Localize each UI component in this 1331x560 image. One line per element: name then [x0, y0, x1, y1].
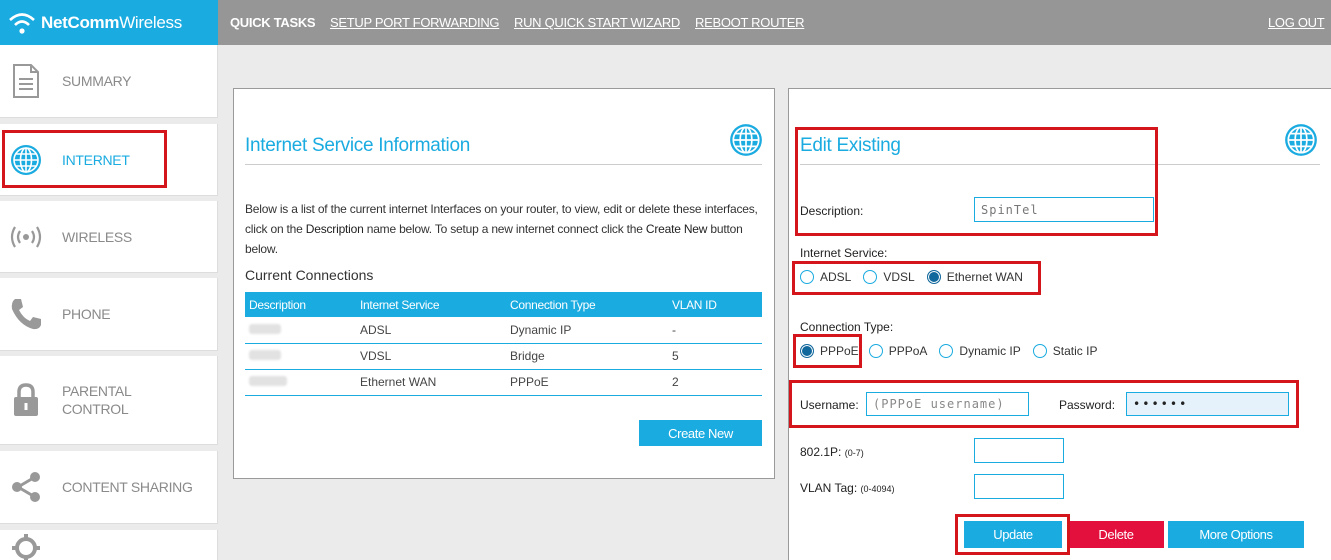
- table-cell: 2: [672, 369, 762, 396]
- connection-type-radio-group: PPPoE PPPoA Dynamic IP Static IP: [800, 344, 1109, 358]
- radio-button[interactable]: [868, 344, 883, 358]
- document-icon: [8, 63, 44, 99]
- radio-button-selected[interactable]: [926, 270, 941, 284]
- username-label: Username:: [800, 398, 859, 412]
- sidebar-item-summary[interactable]: SUMMARY: [0, 45, 218, 118]
- edit-existing-panel: Edit Existing Description: SpinTel Inter…: [788, 88, 1331, 560]
- column-header: VLAN ID: [672, 292, 762, 317]
- brand-name: NetCommWireless: [41, 12, 182, 32]
- radio-button[interactable]: [800, 270, 814, 284]
- internet-service-info-panel: Internet Service Information Below is a …: [233, 88, 775, 479]
- create-new-button[interactable]: Create New: [639, 420, 762, 446]
- internet-service-label: Internet Service:: [800, 246, 888, 260]
- share-icon: [8, 469, 44, 505]
- sidebar-item-parental-control[interactable]: PARENTAL CONTROL: [0, 356, 218, 445]
- radio-adsl[interactable]: ADSL: [800, 270, 851, 284]
- table-cell: ADSL: [360, 317, 510, 344]
- radio-ethernet-wan[interactable]: Ethernet WAN: [926, 270, 1023, 284]
- radio-button-selected[interactable]: [800, 344, 814, 358]
- wifi-logo-icon: [9, 12, 35, 34]
- radio-pppoa[interactable]: PPPoA: [868, 344, 927, 358]
- divider: [800, 164, 1320, 165]
- brand-logo[interactable]: NetCommWireless: [0, 0, 218, 45]
- sidebar-item-label: PARENTAL CONTROL: [62, 383, 132, 417]
- info-description: Below is a list of the current internet …: [245, 202, 758, 256]
- sidebar-item-wireless[interactable]: WIRELESS: [0, 201, 218, 273]
- sidebar-item-internet[interactable]: INTERNET: [0, 124, 218, 196]
- description-cell-redacted[interactable]: [245, 317, 360, 344]
- table-cell: Bridge: [510, 343, 672, 370]
- sidebar-item-phone[interactable]: PHONE: [0, 278, 218, 351]
- delete-button[interactable]: Delete: [1068, 521, 1164, 548]
- table-cell: -: [672, 317, 762, 344]
- sidebar-item-label: WIRELESS: [62, 228, 132, 245]
- sidebar-item-settings[interactable]: [0, 530, 218, 560]
- panel-title: Internet Service Information: [245, 135, 470, 156]
- run-quick-start-wizard-link[interactable]: RUN QUICK START WIZARD: [514, 15, 680, 30]
- sidebar-item-label: CONTENT SHARING: [62, 479, 193, 495]
- phone-icon: [8, 296, 44, 332]
- reboot-router-link[interactable]: REBOOT ROUTER: [695, 15, 805, 30]
- log-out-link[interactable]: LOG OUT: [1268, 15, 1325, 30]
- column-header: Connection Type: [510, 292, 672, 317]
- sidebar-item-label: INTERNET: [62, 151, 130, 168]
- connection-type-label: Connection Type:: [800, 320, 894, 334]
- gear-icon: [8, 530, 44, 560]
- table-header-row: Description Internet Service Connection …: [245, 292, 762, 317]
- vlan-tag-input[interactable]: [974, 474, 1064, 499]
- radio-button[interactable]: [939, 344, 954, 358]
- top-navigation: QUICK TASKS SETUP PORT FORWARDING RUN QU…: [218, 0, 1331, 45]
- current-connections-heading: Current Connections: [245, 267, 374, 283]
- panel-title: Edit Existing: [800, 135, 901, 156]
- quick-tasks-label: QUICK TASKS: [230, 15, 316, 30]
- table-cell: 5: [672, 343, 762, 370]
- sidebar-item-label: SUMMARY: [62, 73, 132, 89]
- radio-vdsl[interactable]: VDSL: [863, 270, 915, 284]
- username-input[interactable]: (PPPoE username): [866, 392, 1029, 416]
- description-cell-redacted[interactable]: [245, 369, 360, 396]
- more-options-button[interactable]: More Options: [1168, 521, 1304, 548]
- table-row[interactable]: VDSL Bridge 5: [245, 343, 762, 370]
- radio-button[interactable]: [863, 270, 878, 284]
- table-cell: VDSL: [360, 343, 510, 370]
- globe-icon: [1285, 124, 1317, 156]
- radio-static-ip[interactable]: Static IP: [1032, 344, 1097, 358]
- sidebar: SUMMARY INTERNET WIRELESS PHONE PARENTAL…: [0, 45, 218, 560]
- column-header: Description: [245, 292, 360, 317]
- internet-service-radio-group: ADSL VDSL Ethernet WAN: [800, 270, 1035, 284]
- globe-icon: [8, 142, 44, 178]
- vlan-tag-label: VLAN Tag: (0-4094): [800, 481, 895, 495]
- table-cell: PPPoE: [510, 369, 672, 396]
- password-label: Password:: [1059, 398, 1116, 412]
- description-cell-redacted[interactable]: [245, 343, 360, 370]
- 8021p-input[interactable]: [974, 438, 1064, 463]
- description-label: Description:: [800, 204, 864, 218]
- update-button[interactable]: Update: [964, 521, 1062, 548]
- globe-icon: [730, 124, 762, 156]
- 8021p-label: 802.1P: (0-7): [800, 445, 864, 459]
- table-cell: Ethernet WAN: [360, 369, 510, 396]
- table-cell: Dynamic IP: [510, 317, 672, 344]
- wireless-icon: [8, 219, 44, 255]
- table-row[interactable]: Ethernet WAN PPPoE 2: [245, 369, 762, 396]
- table-row[interactable]: ADSL Dynamic IP -: [245, 317, 762, 344]
- connections-table: Description Internet Service Connection …: [245, 292, 762, 396]
- setup-port-forwarding-link[interactable]: SETUP PORT FORWARDING: [330, 15, 500, 30]
- padlock-icon: [8, 382, 44, 418]
- password-input[interactable]: ••••••: [1126, 392, 1289, 416]
- radio-button[interactable]: [1032, 344, 1047, 358]
- description-input[interactable]: SpinTel: [974, 197, 1154, 222]
- radio-dynamic-ip[interactable]: Dynamic IP: [939, 344, 1021, 358]
- sidebar-item-label: PHONE: [62, 306, 111, 322]
- radio-pppoe[interactable]: PPPoE: [800, 344, 859, 358]
- sidebar-item-content-sharing[interactable]: CONTENT SHARING: [0, 451, 218, 524]
- column-header: Internet Service: [360, 292, 510, 317]
- divider: [245, 164, 762, 165]
